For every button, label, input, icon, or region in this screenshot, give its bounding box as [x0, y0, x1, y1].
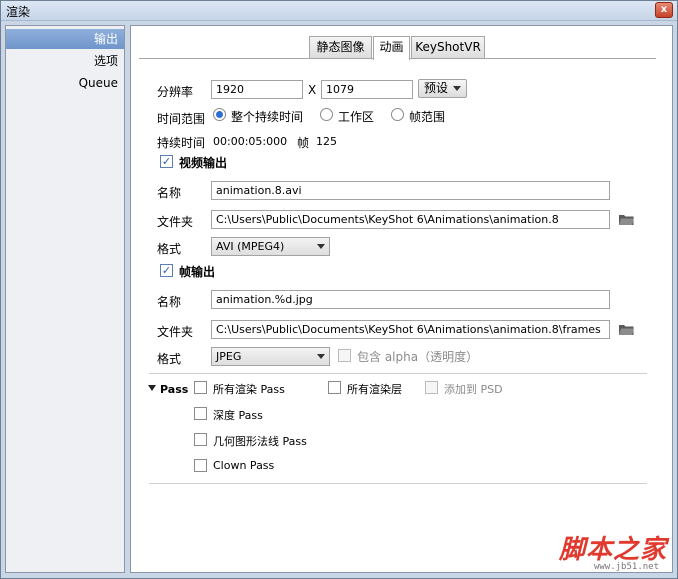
all-render-pass-checkbox[interactable]	[194, 381, 207, 394]
folder-icon[interactable]	[618, 323, 635, 336]
collapse-triangle-icon[interactable]	[148, 385, 156, 391]
chevron-down-icon	[317, 354, 325, 359]
video-output-label: 视频输出	[179, 156, 228, 170]
radio-work-area[interactable]	[320, 108, 333, 121]
frame-format-select[interactable]: JPEG	[211, 347, 330, 366]
section-divider	[149, 483, 647, 484]
frame-format-value: JPEG	[216, 350, 242, 363]
frame-output-label: 帧输出	[179, 265, 216, 279]
resolution-label: 分辨率	[157, 85, 194, 99]
frames-value: 125	[316, 135, 337, 148]
height-input[interactable]: 1079	[321, 80, 413, 99]
depth-pass-label: 深度 Pass	[213, 409, 263, 422]
duration-value: 00:00:05:000	[213, 135, 288, 148]
resolution-separator: X	[308, 83, 317, 97]
video-name-input[interactable]: animation.8.avi	[211, 181, 610, 200]
folder-icon[interactable]	[618, 213, 635, 226]
preset-label: 预设	[424, 81, 449, 95]
video-folder-input[interactable]: C:\Users\Public\Documents\KeyShot 6\Anim…	[211, 210, 610, 229]
sidebar-item-output[interactable]: 输出	[6, 29, 124, 49]
title-bar[interactable]: 渲染 x	[1, 1, 677, 21]
frame-output-checkbox[interactable]: ✓	[160, 264, 173, 277]
sidebar-item-options[interactable]: 选项	[6, 51, 124, 71]
include-alpha-label: 包含 alpha（透明度）	[357, 350, 479, 364]
radio-frame-range-label: 帧范围	[409, 110, 446, 124]
video-output-checkbox[interactable]: ✓	[160, 155, 173, 168]
frame-name-label: 名称	[157, 295, 182, 309]
duration-label: 持续时间	[157, 136, 206, 150]
all-render-layers-label: 所有渲染层	[347, 383, 402, 396]
tab-animation[interactable]: 动画	[373, 36, 410, 60]
frame-format-label: 格式	[157, 352, 182, 366]
main-panel: 静态图像 动画 KeyShotVR 分辨率 1920 X 1079 预设 时间范…	[130, 25, 673, 573]
video-format-select[interactable]: AVI (MPEG4)	[211, 237, 330, 256]
all-render-layers-checkbox[interactable]	[328, 381, 341, 394]
video-format-value: AVI (MPEG4)	[216, 240, 285, 253]
section-divider	[149, 373, 647, 374]
watermark-logo: 脚本之家 www.jb51.net	[547, 529, 667, 572]
video-name-label: 名称	[157, 186, 182, 200]
radio-entire-duration-label: 整个持续时间	[231, 110, 304, 124]
normals-pass-checkbox[interactable]	[194, 433, 207, 446]
render-window: 渲染 x 输出 选项 Queue 静态图像 动画 KeyShotVR 分辨率 1…	[0, 0, 678, 579]
normals-pass-label: 几何图形法线 Pass	[213, 435, 307, 448]
radio-frame-range[interactable]	[391, 108, 404, 121]
frame-folder-input[interactable]: C:\Users\Public\Documents\KeyShot 6\Anim…	[211, 320, 610, 339]
include-alpha-checkbox[interactable]	[338, 349, 351, 362]
clown-pass-label: Clown Pass	[213, 459, 275, 472]
close-button[interactable]: x	[655, 2, 673, 18]
watermark-url: www.jb51.net	[593, 562, 659, 572]
sidebar-item-queue[interactable]: Queue	[6, 73, 124, 93]
time-range-label: 时间范围	[157, 112, 206, 126]
preset-button[interactable]: 预设	[418, 79, 467, 98]
add-to-psd-checkbox[interactable]	[425, 381, 438, 394]
window-title: 渲染	[6, 5, 31, 19]
sidebar: 输出 选项 Queue	[5, 25, 125, 573]
frame-name-input[interactable]: animation.%d.jpg	[211, 290, 610, 309]
video-folder-label: 文件夹	[157, 215, 194, 229]
chevron-down-icon	[317, 244, 325, 249]
chevron-down-icon	[453, 86, 461, 91]
frame-folder-label: 文件夹	[157, 325, 194, 339]
radio-work-area-label: 工作区	[338, 110, 375, 124]
all-render-pass-label: 所有渲染 Pass	[213, 383, 285, 396]
pass-section-label[interactable]: Pass	[160, 383, 188, 396]
radio-entire-duration[interactable]	[213, 108, 226, 121]
depth-pass-checkbox[interactable]	[194, 407, 207, 420]
clown-pass-checkbox[interactable]	[194, 459, 207, 472]
video-format-label: 格式	[157, 242, 182, 256]
watermark-text: 脚本之家	[558, 535, 667, 565]
tab-still-image[interactable]: 静态图像	[309, 36, 372, 59]
tab-keyshotvr[interactable]: KeyShotVR	[411, 36, 485, 59]
frames-label: 帧	[297, 136, 310, 150]
add-to-psd-label: 添加到 PSD	[444, 383, 503, 396]
width-input[interactable]: 1920	[211, 80, 303, 99]
